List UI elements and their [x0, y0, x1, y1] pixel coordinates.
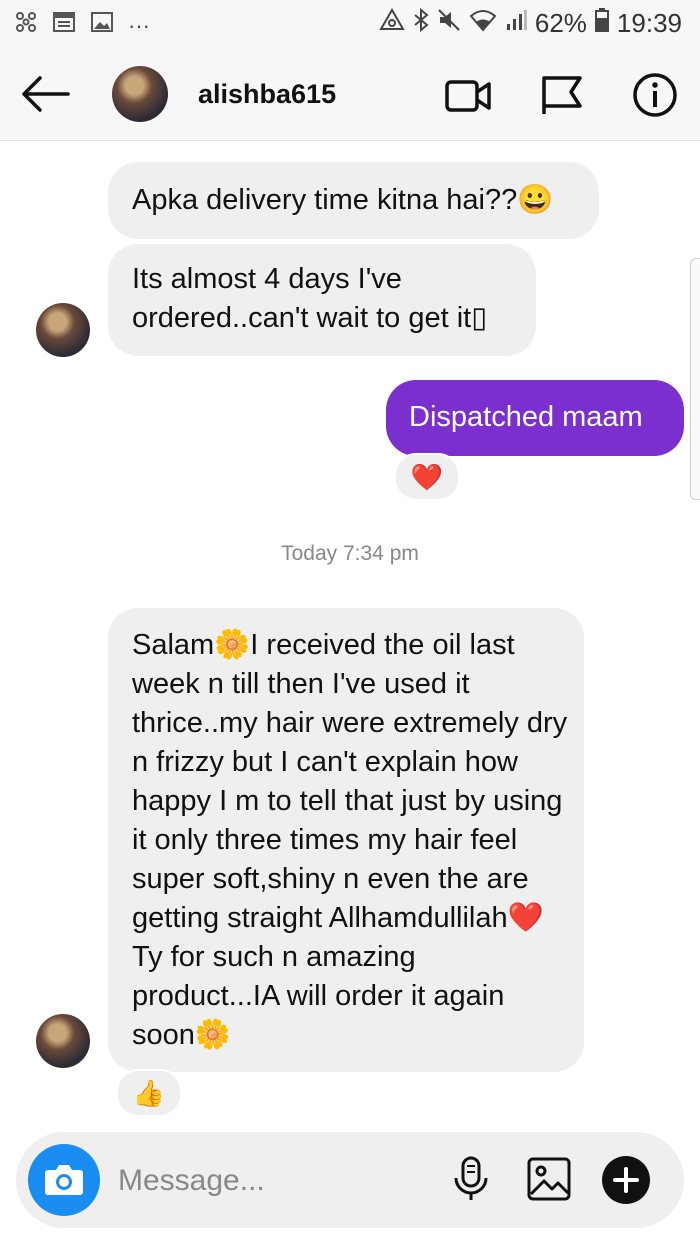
more-notifications-icon: ···: [128, 12, 150, 38]
battery-percent: 62%: [534, 8, 587, 38]
battery-icon: [594, 8, 609, 39]
back-button[interactable]: [20, 74, 72, 114]
gallery-icon: [527, 1157, 571, 1201]
thumbs-up-reaction[interactable]: 👍: [116, 1069, 182, 1117]
voice-message-button[interactable]: [446, 1154, 496, 1204]
message-composer: [16, 1132, 684, 1228]
wifi-icon: [469, 8, 497, 39]
calendar-icon: [52, 10, 76, 41]
message-bubble-received[interactable]: Salam🌼I received the oil last week n til…: [108, 608, 584, 1072]
video-call-button[interactable]: [444, 70, 494, 120]
username[interactable]: alishba615: [198, 79, 336, 110]
more-options-button[interactable]: [602, 1156, 650, 1204]
gallery-button[interactable]: [524, 1154, 574, 1204]
plus-icon: [613, 1167, 639, 1193]
report-button[interactable]: [538, 70, 588, 120]
camera-icon: [45, 1165, 83, 1195]
microphone-icon: [454, 1156, 488, 1200]
data-saver-icon: [379, 8, 405, 39]
message-input[interactable]: [116, 1160, 420, 1202]
flag-icon: [542, 76, 582, 114]
conversation-header: alishba615: [0, 48, 700, 141]
heart-reaction[interactable]: ❤️: [394, 453, 460, 501]
back-arrow-icon: [22, 76, 70, 112]
signal-icon: [505, 8, 527, 39]
message-timestamp: Today 7:34 pm: [281, 542, 419, 565]
scrollbar[interactable]: [690, 258, 700, 500]
fan-icon: [14, 10, 38, 41]
info-icon: [633, 73, 677, 117]
sender-avatar[interactable]: [36, 303, 90, 357]
message-bubble-received[interactable]: Its almost 4 days I've ordered..can't wa…: [108, 244, 536, 356]
camera-button[interactable]: [28, 1144, 100, 1216]
clock: 19:39: [616, 8, 682, 38]
message-bubble-sent[interactable]: Dispatched maam: [386, 380, 684, 456]
bluetooth-icon: [413, 7, 429, 39]
avatar[interactable]: [112, 66, 168, 122]
mute-icon: [437, 8, 461, 39]
image-notification-icon: [90, 10, 114, 41]
info-button[interactable]: [630, 70, 680, 120]
status-bar: ··· 62% 19:39: [0, 0, 700, 48]
message-bubble-received[interactable]: Apka delivery time kitna hai??😀: [108, 162, 599, 239]
video-call-icon: [445, 80, 491, 112]
sender-avatar[interactable]: [36, 1014, 90, 1068]
